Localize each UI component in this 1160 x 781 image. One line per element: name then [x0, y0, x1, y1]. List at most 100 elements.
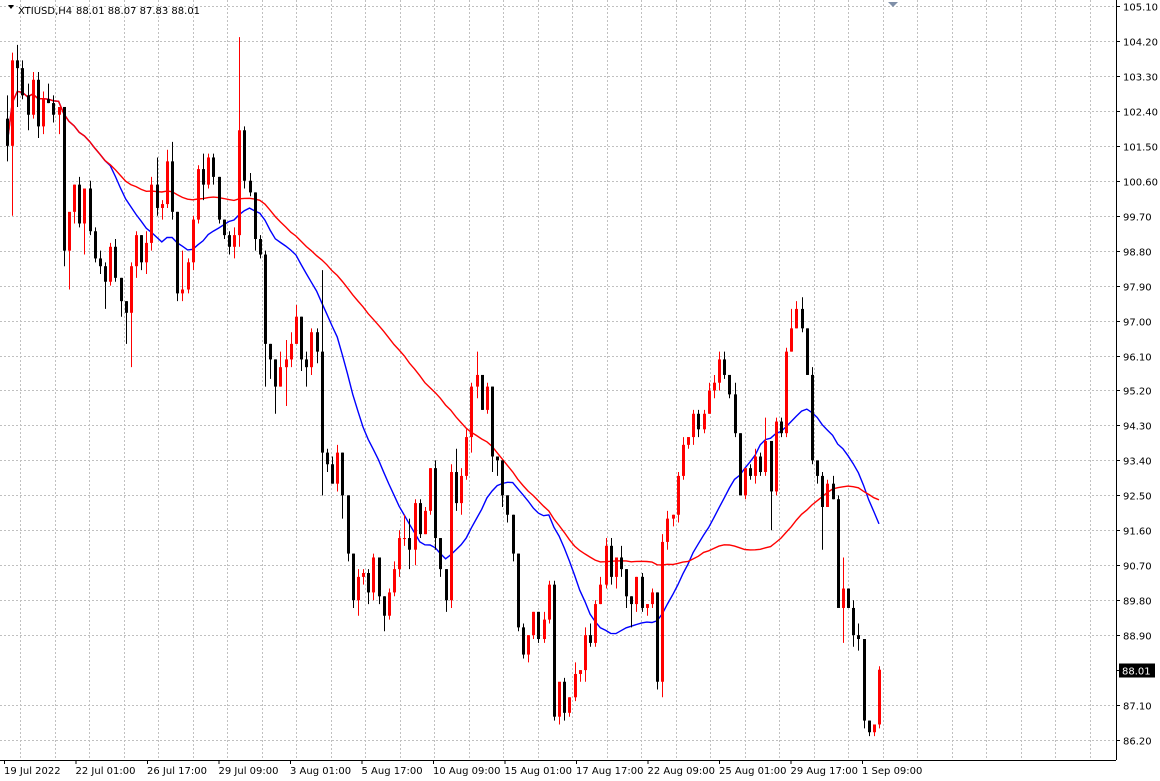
candle-body — [218, 176, 221, 220]
candle-body — [362, 573, 365, 577]
candle — [847, 588, 850, 608]
candle-body — [42, 99, 45, 127]
candle — [352, 553, 355, 608]
candle — [522, 623, 525, 659]
candle-body — [398, 538, 401, 570]
candle-body — [279, 367, 282, 387]
candle-body — [331, 464, 334, 484]
x-tick-label: 26 Jul 17:00 — [147, 766, 207, 777]
candle-body — [543, 619, 546, 640]
candle-body — [285, 359, 288, 368]
candle-body — [852, 607, 855, 636]
y-tick-label: 97.00 — [1123, 318, 1152, 329]
time-axis[interactable]: 19 Jul 2022 22 Jul 01:00 26 Jul 17:00 29 Ju… — [0, 760, 1116, 777]
candle — [63, 106, 66, 267]
candle-body — [486, 386, 489, 410]
x-tick-label: 10 Aug 09:00 — [433, 766, 500, 777]
candle-body — [6, 118, 9, 146]
y-tick-label: 92.50 — [1123, 492, 1152, 503]
candle-body — [857, 635, 860, 640]
candle — [243, 126, 246, 189]
y-tick-label: 96.10 — [1123, 353, 1152, 364]
candle-body — [775, 421, 778, 492]
candle-body — [336, 452, 339, 484]
candle-body — [249, 180, 252, 193]
candle-body — [78, 184, 81, 224]
candle-body — [341, 452, 344, 496]
price-chart[interactable]: 105.10 104.20 103.30 102.40 101.50 100.60 99.7… — [0, 0, 1160, 781]
candle-body — [156, 184, 159, 208]
candle-body — [641, 576, 644, 608]
candle-body — [672, 514, 675, 519]
y-tick-label: 98.80 — [1123, 248, 1152, 259]
x-tick-label: 25 Aug 01:00 — [719, 766, 786, 777]
candle-body — [171, 161, 174, 212]
candle — [656, 592, 659, 690]
candle-body — [506, 495, 509, 515]
candle-body — [821, 475, 824, 507]
candle-body — [372, 557, 375, 593]
candle-body — [795, 308, 798, 329]
candle — [434, 460, 437, 550]
candle-body — [465, 437, 468, 476]
candle — [450, 464, 453, 608]
candle — [878, 666, 881, 729]
candle — [744, 468, 747, 500]
candle — [661, 534, 664, 698]
candle-body — [764, 440, 767, 473]
candle-body — [734, 394, 737, 434]
candle-body — [52, 103, 55, 115]
candle-body — [677, 475, 680, 515]
candle — [775, 417, 778, 496]
x-tick-label: 3 Aug 01:00 — [290, 766, 351, 777]
candle-body — [166, 161, 169, 205]
candle-body — [842, 588, 845, 608]
y-tick-label: 103.30 — [1123, 73, 1158, 84]
candle-body — [868, 720, 871, 733]
price-axis[interactable]: 105.10 104.20 103.30 102.40 101.50 100.60 99.7… — [1116, 0, 1158, 760]
candle — [553, 580, 556, 721]
y-tick-label: 95.20 — [1123, 387, 1152, 398]
candle-body — [801, 308, 804, 329]
x-tick-label: 22 Jul 01:00 — [76, 766, 136, 777]
candle-body — [310, 332, 313, 368]
candle-body — [403, 538, 406, 540]
y-tick-label: 99.70 — [1123, 213, 1152, 224]
candle-body — [21, 68, 24, 96]
candle-body — [816, 460, 819, 476]
candle-body — [109, 246, 112, 282]
candle-body — [326, 452, 329, 465]
candle-body — [114, 246, 117, 278]
candle-body — [212, 157, 215, 177]
y-tick-label: 91.60 — [1123, 527, 1152, 538]
candle-body — [594, 604, 597, 643]
candle-body — [728, 374, 731, 395]
candle-body — [408, 538, 411, 550]
candle-body — [692, 413, 695, 438]
candle-body — [63, 106, 66, 251]
candle-body — [197, 169, 200, 220]
candle-body — [290, 343, 293, 360]
y-tick-label: 104.20 — [1123, 38, 1158, 49]
candle-body — [770, 440, 773, 492]
candle-body — [388, 592, 391, 616]
candle-body — [476, 374, 479, 387]
candle-body — [58, 106, 61, 115]
y-tick-label: 105.10 — [1123, 3, 1158, 14]
candle-body — [527, 635, 530, 655]
x-tick-label: 5 Aug 17:00 — [362, 766, 423, 777]
candle — [594, 600, 597, 647]
candle-body — [605, 545, 608, 585]
candle-body — [718, 359, 721, 383]
candle-body — [558, 681, 561, 717]
candle-body — [548, 584, 551, 620]
candle-body — [393, 569, 396, 593]
candle-body — [517, 553, 520, 628]
candle-body — [574, 673, 577, 698]
candle — [89, 180, 92, 236]
candle-body — [450, 472, 453, 601]
candle-body — [135, 235, 138, 267]
candle — [109, 242, 112, 286]
candle — [429, 468, 432, 515]
candle-body — [161, 204, 164, 208]
